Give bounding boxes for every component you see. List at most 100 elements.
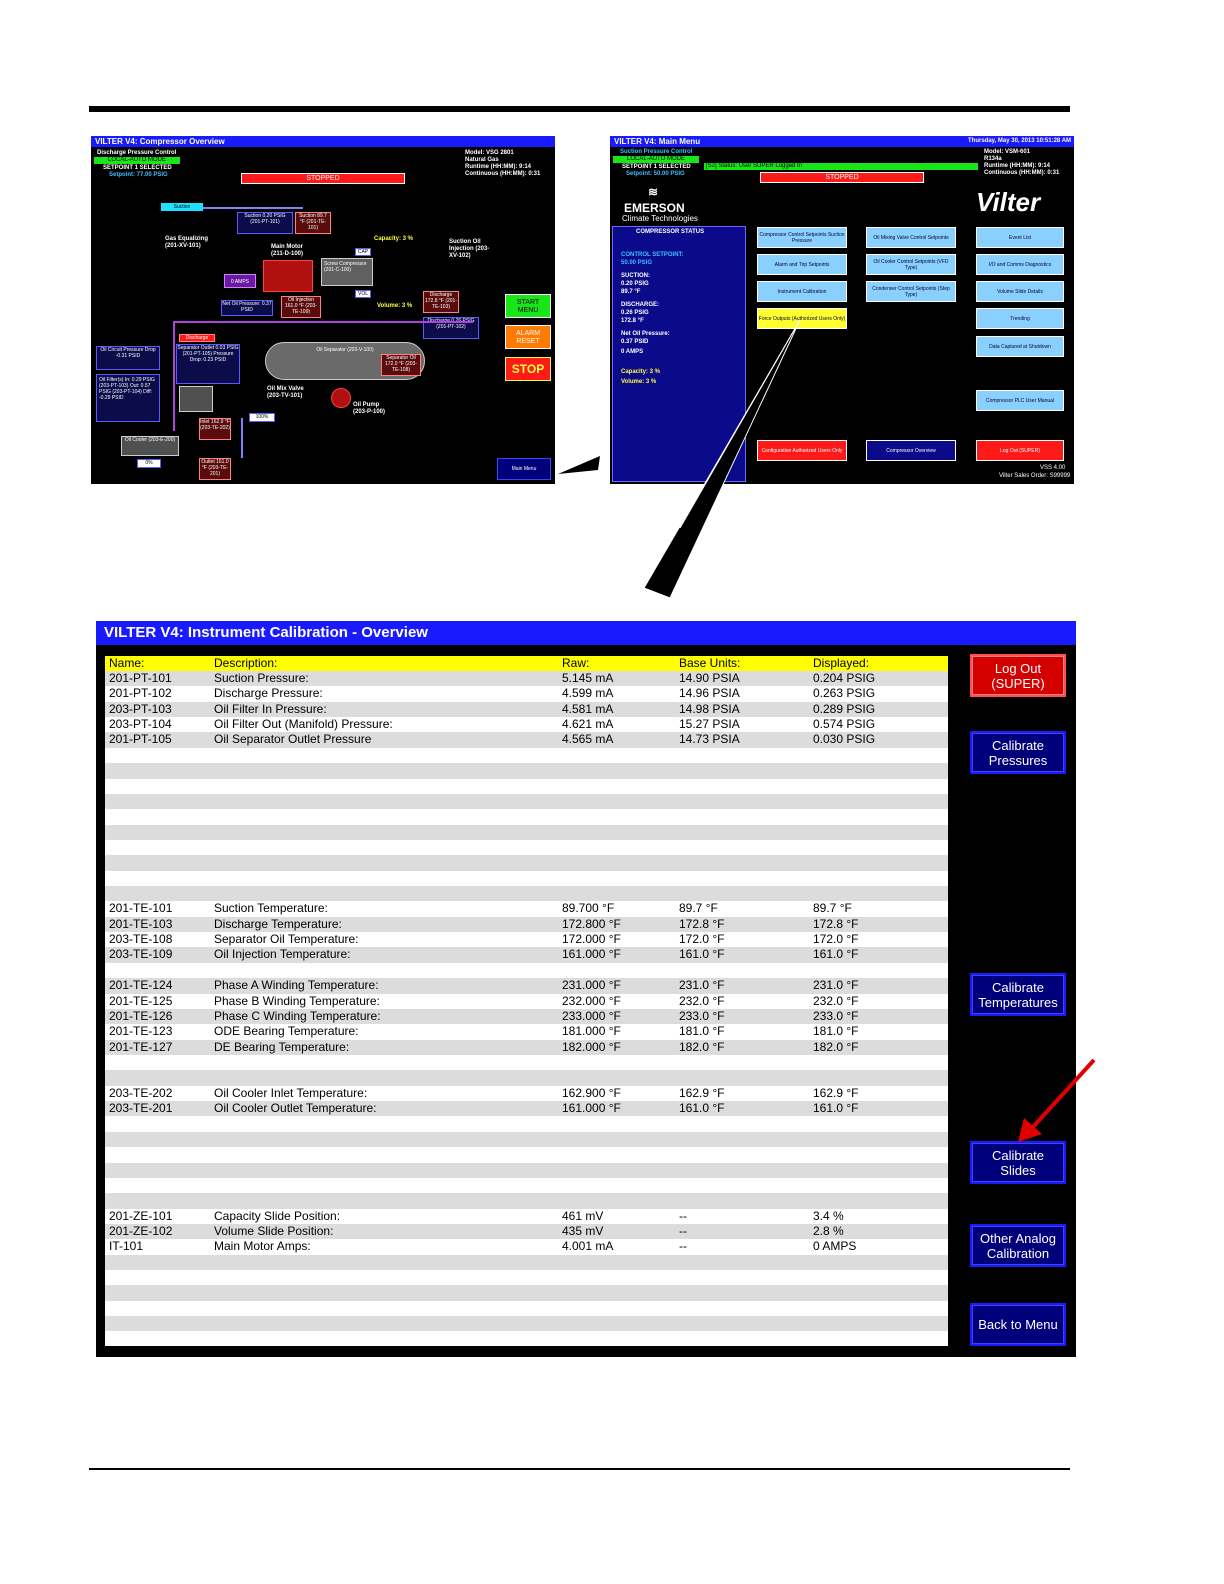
cell-name [105,1147,214,1162]
user-status-bar: [S2] Status: User SUPER Logged In [704,163,978,170]
instrument-calibration-button[interactable]: Instrument Calibration [757,281,847,302]
cell-name [105,1285,214,1300]
table-row [105,824,948,840]
cell-base-units [679,1270,813,1285]
suction-pressure: 0.20 PSIG [621,281,649,287]
back-to-menu-button[interactable]: Back to Menu [970,1303,1066,1346]
cell-displayed [813,886,948,901]
cell-name: 203-PT-103 [109,701,172,716]
alarm-trip-setpoints-button[interactable]: Alarm and Trip Setpoints [757,254,847,275]
oil-mixing-valve-button[interactable]: Oil Mixing Valve Control Setpoints [866,227,956,248]
cell-description [214,1132,562,1147]
table-row [105,870,948,887]
alarm-reset-button[interactable]: ALARM RESET [505,325,551,349]
cell-displayed: 89.7 °F [813,901,852,916]
cell-displayed [813,1132,948,1147]
cell-displayed: 233.0 °F [813,1008,859,1023]
cell-base-units: 14.96 PSIA [679,686,740,701]
data-captured-button[interactable]: Data Captured at Shutdown [976,336,1064,357]
instrument-calibration-screen: VILTER V4: Instrument Calibration - Over… [96,621,1076,1357]
suction-pipe [203,207,303,209]
table-row [105,1070,948,1086]
cell-base-units: 172.0 °F [679,932,725,947]
cell-name [105,1070,214,1085]
oil-supply-pipe [241,418,243,458]
cell-raw: 161.000 °F [562,1101,621,1116]
cell-base-units [679,763,813,778]
cell-description: Discharge Temperature: [214,916,342,931]
cell-displayed: 0 AMPS [813,1239,857,1254]
compressor-control-setpoints-button[interactable]: Compressor Control Setpoints Suction Pre… [757,227,847,248]
cell-name: 203-PT-104 [109,717,172,732]
calibrate-temperatures-button[interactable]: Calibrate Temperatures [970,973,1066,1016]
cell-displayed [813,1331,948,1346]
cell-base-units [679,1316,813,1331]
plc-user-manual-button[interactable]: Compressor PLC User Manual [976,390,1064,411]
cell-name: IT-101 [109,1239,144,1254]
cell-raw [562,1070,679,1085]
cell-base-units [679,794,813,809]
other-analog-calibration-button[interactable]: Other Analog Calibration [970,1224,1066,1267]
condenser-control-button[interactable]: Condenser Control Setpoints (Step Type) [866,281,956,302]
setpoint-selected: SETPOINT 1 SELECTED [103,165,172,171]
oil-pump-label: Oil Pump (203-P-100) [353,402,386,415]
cell-base-units [679,1116,813,1131]
cell-raw: 4.001 mA [562,1239,614,1254]
mode-title: Discharge Pressure Control [97,150,177,156]
cell-name [105,963,214,978]
stop-button[interactable]: STOP [505,357,551,381]
calibrate-temperatures-label-1: Calibrate [991,979,1044,995]
main-menu-button[interactable]: Main Menu [497,458,551,480]
suction-temp-box: Suction 89.7 °F (201-TE-101) [295,212,331,234]
cell-description: Oil Cooler Outlet Temperature: [214,1101,377,1116]
cell-displayed: 172.0 °F [813,932,859,947]
compressor-overview-button[interactable]: Compressor Overview [866,440,956,461]
calibration-table: Name: Description: Raw: Base Units: Disp… [105,656,948,1346]
log-out-button[interactable]: Log Out (SUPER) [970,654,1066,697]
cell-name [105,886,214,901]
cell-base-units [679,1285,813,1300]
log-out-user: (SUPER) [991,675,1045,691]
trending-button[interactable]: Trending [976,308,1064,329]
mode-bar: LOCAL-AUTO MODE [613,156,699,163]
cell-name [105,794,214,809]
table-row [105,778,948,794]
cell-name [105,1193,214,1208]
table-row: 203-PT-103 Oil Filter In Pressure: 4.581 m… [105,701,948,718]
cell-base-units: 162.9 °F [679,1085,725,1100]
io-comms-diagnostics-button[interactable]: I/O and Comms Diagnostics [976,254,1064,275]
table-row: 201-PT-105 Oil Separator Outlet Pressure 4… [105,732,948,748]
event-list-button[interactable]: Event List [976,227,1064,248]
volume-slide-details-button[interactable]: Volume Slide Details [976,281,1064,302]
cell-description [214,1193,562,1208]
cell-displayed [813,963,948,978]
cell-raw [562,825,679,840]
log-out-button[interactable]: Log Out (SUPER) [976,440,1064,461]
start-menu-button[interactable]: START MENU [505,294,551,318]
capacity-label: Capacity: 3 % [374,236,414,242]
cell-displayed: 172.8 °F [813,916,859,931]
cell-name: 201-TE-124 [109,978,173,993]
cell-base-units: 231.0 °F [679,978,725,993]
table-body: 201-PT-101 Suction Pressure: 5.145 mA 14.90… [105,671,948,1346]
cell-description: Oil Filter In Pressure: [214,701,327,716]
cell-name: 203-TE-201 [109,1101,173,1116]
cell-description: Separator Oil Temperature: [214,932,359,947]
compressor-overview-screen: VILTER V4: Compressor Overview Discharge… [91,136,555,484]
suction-label: SUCTION: [621,273,650,279]
oil-cooler-control-button[interactable]: Oil Cooler Control Setpoints (VFD Type) [866,254,956,275]
calibrate-pressures-button[interactable]: Calibrate Pressures [970,731,1066,774]
table-row: 201-TE-127 DE Bearing Temperature: 182.000… [105,1039,948,1055]
cell-name: 201-TE-123 [109,1024,173,1039]
calibration-title: VILTER V4: Instrument Calibration - Over… [96,621,1076,645]
cell-displayed: 182.0 °F [813,1039,859,1054]
cell-name [105,825,214,840]
cell-raw [562,855,679,870]
cell-displayed [813,763,948,778]
cell-displayed [813,871,948,886]
cell-displayed [813,825,948,840]
cell-raw: 461 mV [562,1208,604,1223]
date-time: Thursday, May 30, 2013 10:51:28 AM [968,138,1072,144]
calibrate-slides-button[interactable]: Calibrate Slides [970,1141,1066,1184]
cell-base-units [679,1301,813,1316]
